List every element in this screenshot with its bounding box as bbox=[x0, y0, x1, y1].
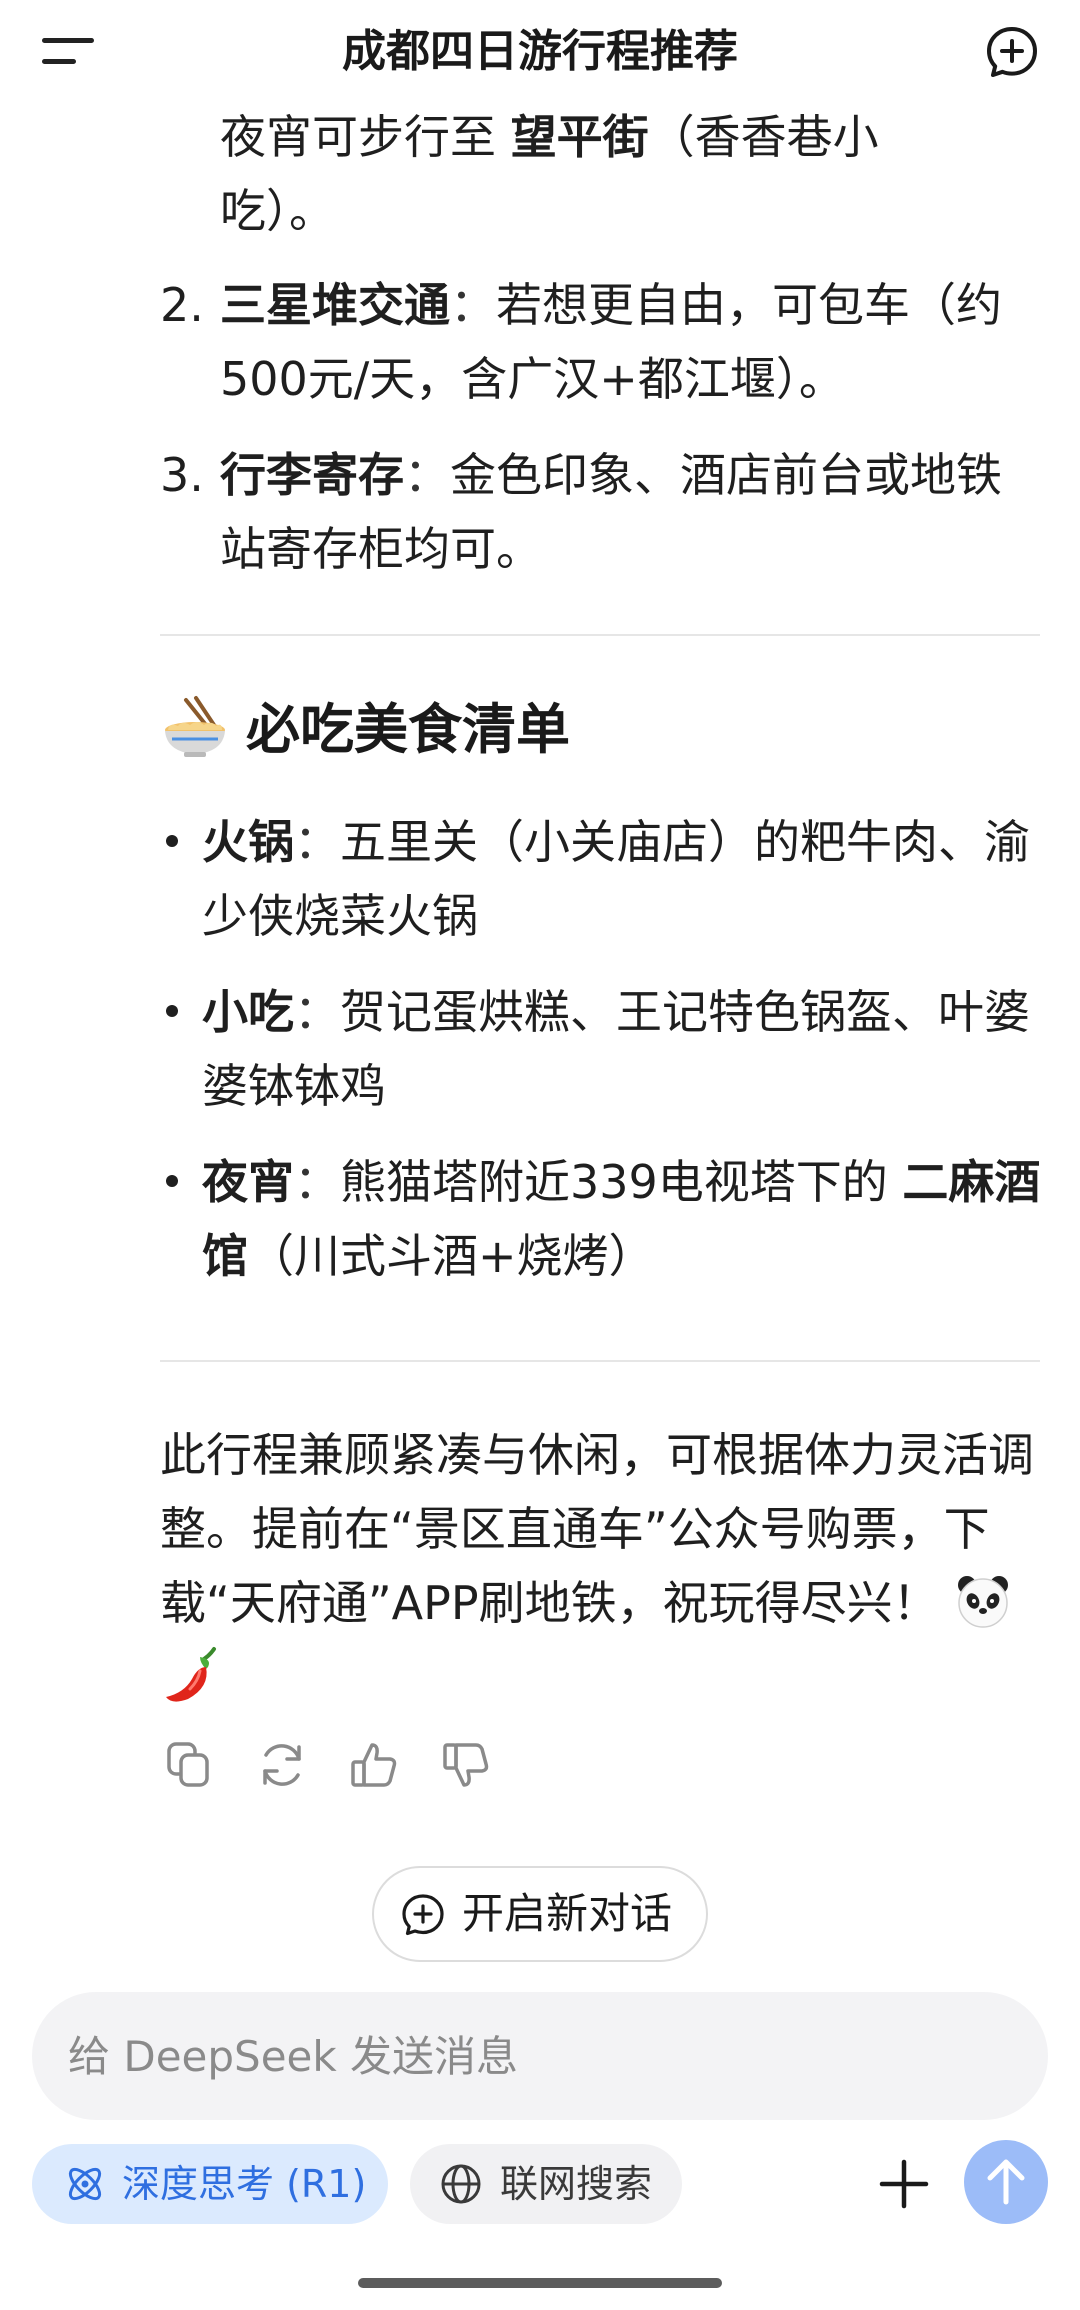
list-item-continuation: 夜宵可步行至 望平街（香香巷小 吃）。 bbox=[220, 110, 879, 238]
deep-think-label: 深度思考 (R1) bbox=[122, 2162, 367, 2206]
deep-think-toggle[interactable]: 深度思考 (R1) bbox=[32, 2144, 388, 2224]
list-item-label: 火锅 bbox=[202, 815, 294, 869]
copy-icon[interactable] bbox=[160, 1735, 220, 1795]
new-chat-label: 开启新对话 bbox=[462, 1889, 673, 1938]
top-bar: 成都四日游行程推荐 bbox=[0, 0, 1080, 104]
list-item-title: 三星堆交通 bbox=[220, 278, 450, 332]
arrow-up-icon bbox=[987, 2159, 1025, 2205]
attach-plus-icon[interactable] bbox=[872, 2152, 936, 2216]
atom-icon bbox=[68, 2167, 102, 2201]
divider bbox=[160, 1360, 1040, 1362]
home-indicator[interactable] bbox=[358, 2278, 722, 2288]
globe-icon bbox=[441, 2164, 481, 2204]
message-input-box[interactable] bbox=[32, 1992, 1048, 2120]
chat-title: 成都四日游行程推荐 bbox=[342, 26, 738, 77]
divider bbox=[160, 634, 1040, 636]
message-input[interactable] bbox=[68, 1992, 1008, 2120]
section-heading: 必吃美食清单 bbox=[160, 690, 1040, 770]
menu-icon[interactable] bbox=[38, 28, 98, 76]
web-search-label: 联网搜索 bbox=[500, 2162, 653, 2206]
web-search-toggle[interactable]: 联网搜索 bbox=[410, 2144, 682, 2224]
thumbs-down-icon[interactable] bbox=[436, 1735, 496, 1795]
send-button[interactable] bbox=[964, 2140, 1048, 2224]
list-item-title: 行李寄存 bbox=[220, 448, 404, 502]
message-actions bbox=[160, 1735, 520, 1795]
app-root: 成都四日游行程推荐 夜宵可步行至 望平街（香香巷小 吃）。 2. 三星堆交通：若… bbox=[0, 0, 1080, 2310]
thumbs-up-icon[interactable] bbox=[344, 1735, 404, 1795]
new-chat-icon[interactable] bbox=[984, 24, 1040, 80]
noodle-bowl-icon bbox=[165, 696, 225, 758]
new-chat-button[interactable]: 开启新对话 bbox=[372, 1866, 708, 1962]
new-chat-icon bbox=[402, 1894, 444, 1936]
chili-pepper-icon bbox=[166, 1646, 216, 1702]
panda-icon bbox=[958, 1575, 1009, 1628]
regenerate-icon[interactable] bbox=[252, 1735, 312, 1795]
closing-paragraph: 此行程兼顾紧凑与休闲，可根据体力灵活调整。提前在“景区直通车”公众号购票，下载“… bbox=[160, 1418, 1040, 1714]
list-item-label: 小吃 bbox=[202, 985, 294, 1039]
list-item-label: 夜宵 bbox=[202, 1155, 294, 1209]
